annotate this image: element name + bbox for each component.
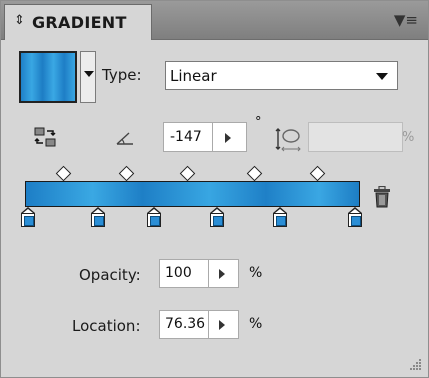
type-value: Linear xyxy=(170,67,217,85)
gradient-midpoint[interactable] xyxy=(118,165,135,182)
gradient-stop[interactable] xyxy=(273,207,287,227)
collapse-arrows-icon[interactable]: ⇕ xyxy=(14,14,25,27)
type-select[interactable]: Linear xyxy=(165,61,398,90)
chevron-right-icon xyxy=(225,133,231,143)
reverse-gradient-icon[interactable] xyxy=(34,126,56,148)
angle-icon xyxy=(116,132,133,145)
gradient-stop[interactable] xyxy=(91,207,105,227)
gradient-stop[interactable] xyxy=(21,207,35,227)
opacity-unit: % xyxy=(249,265,263,281)
resize-grip-icon[interactable] xyxy=(408,357,422,371)
opacity-stepper[interactable] xyxy=(209,259,239,288)
gradient-stop[interactable] xyxy=(210,207,224,227)
panel-title: GRADIENT xyxy=(32,13,127,32)
chevron-right-icon xyxy=(219,269,225,279)
swatch-dropdown-button[interactable] xyxy=(80,51,96,103)
location-unit: % xyxy=(249,316,263,332)
aspect-ratio-input[interactable] xyxy=(308,122,403,152)
gradient-midpoint[interactable] xyxy=(179,165,196,182)
gradient-midpoint[interactable] xyxy=(246,165,263,182)
gradient-panel: ⇕ GRADIENT ▼≡ Type: Linear -147 ° % Opac… xyxy=(0,0,429,378)
chevron-down-icon xyxy=(376,73,388,80)
gradient-tab[interactable]: ⇕ GRADIENT xyxy=(4,4,152,40)
chevron-down-icon xyxy=(84,71,94,77)
type-label: Type: xyxy=(102,66,142,84)
gradient-midpoint[interactable] xyxy=(55,165,72,182)
gradient-stop[interactable] xyxy=(147,207,161,227)
aspect-ratio-icon xyxy=(275,128,301,152)
panel-menu-icon[interactable]: ▼≡ xyxy=(394,11,418,29)
opacity-label: Opacity: xyxy=(79,266,141,284)
trash-icon[interactable] xyxy=(373,186,391,208)
angle-stepper[interactable] xyxy=(213,122,247,152)
gradient-slider[interactable] xyxy=(25,181,360,207)
panel-header: ⇕ GRADIENT ▼≡ xyxy=(1,1,428,40)
angle-input[interactable]: -147 xyxy=(163,122,213,152)
location-input[interactable]: 76.36 xyxy=(159,310,209,339)
location-stepper[interactable] xyxy=(209,310,239,339)
gradient-midpoint[interactable] xyxy=(309,165,326,182)
aspect-ratio-unit: % xyxy=(402,130,415,145)
gradient-stop[interactable] xyxy=(348,207,362,227)
chevron-right-icon xyxy=(219,320,225,330)
gradient-swatch[interactable] xyxy=(19,51,77,103)
location-label: Location: xyxy=(72,317,141,335)
opacity-input[interactable]: 100 xyxy=(159,259,209,288)
angle-unit: ° xyxy=(255,115,262,130)
